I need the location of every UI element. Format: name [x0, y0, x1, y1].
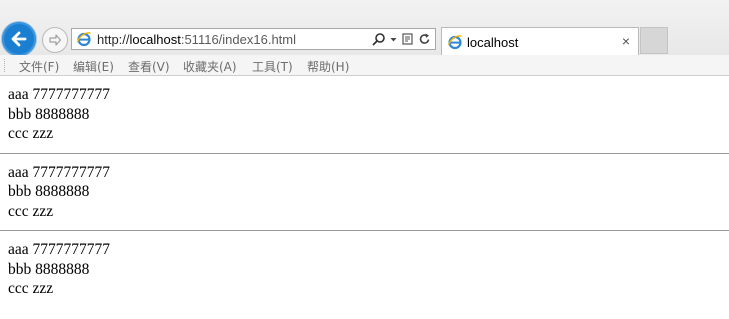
text-line: ccc zzz [8, 202, 54, 220]
ie-page-icon [76, 32, 92, 47]
menu-bar: 文件(F) 编辑(E) 查看(V) 收藏夹(A) 工具(T) 帮助(H) [0, 55, 729, 76]
ie-tab-icon [447, 35, 463, 50]
url-prefix: http:// [97, 32, 130, 47]
address-tools [372, 31, 431, 47]
compatibility-view-icon[interactable] [401, 32, 414, 46]
url-path: :51116/index16.html [180, 32, 296, 47]
back-button[interactable] [2, 22, 36, 56]
menu-item-tools[interactable]: 工具(T) [252, 58, 293, 75]
dropdown-caret-icon[interactable] [390, 32, 397, 46]
menu-item-help[interactable]: 帮助(H) [307, 58, 349, 75]
tab-localhost[interactable]: localhost × [441, 27, 639, 55]
text-block: aaa 7777777777 bbb 8888888 ccc zzz [8, 163, 729, 222]
url-text: http://localhost:51116/index16.html [97, 32, 296, 47]
close-tab-icon[interactable]: × [622, 33, 630, 49]
text-line: aaa 7777777777 [8, 163, 111, 181]
menu-item-view[interactable]: 查看(V) [128, 58, 170, 75]
toolbar-grip [4, 59, 7, 72]
menu-item-file[interactable]: 文件(F) [19, 58, 59, 75]
menu-item-favorites[interactable]: 收藏夹(A) [183, 58, 237, 75]
arrow-right-icon [49, 34, 62, 46]
text-block: aaa 7777777777 bbb 8888888 ccc zzz [8, 240, 729, 299]
text-line: aaa 7777777777 [8, 86, 111, 103]
search-icon[interactable] [372, 32, 386, 46]
text-line: bbb 8888888 [8, 183, 90, 200]
text-block: aaa 7777777777 bbb 8888888 ccc zzz [8, 85, 729, 144]
text-line: ccc zzz [8, 125, 54, 142]
text-line: aaa 7777777777 [8, 241, 111, 258]
forward-button[interactable] [42, 27, 68, 53]
new-tab-button[interactable] [640, 27, 668, 54]
text-line: ccc zzz [8, 280, 54, 297]
browser-toolbar: http://localhost:51116/index16.html loca… [0, 0, 729, 56]
menu-item-edit[interactable]: 编辑(E) [73, 58, 114, 75]
refresh-icon[interactable] [418, 32, 431, 46]
horizontal-rule [0, 230, 729, 231]
tab-title: localhost [467, 35, 519, 50]
url-host: localhost [129, 32, 181, 47]
horizontal-rule [0, 152, 729, 154]
arrow-left-icon [11, 31, 27, 47]
page-content: aaa 7777777777 bbb 8888888 ccc zzz aaa 7… [0, 85, 729, 299]
address-bar[interactable]: http://localhost:51116/index16.html [71, 28, 436, 50]
text-line: bbb 8888888 [8, 105, 90, 123]
text-line: bbb 8888888 [8, 260, 90, 278]
